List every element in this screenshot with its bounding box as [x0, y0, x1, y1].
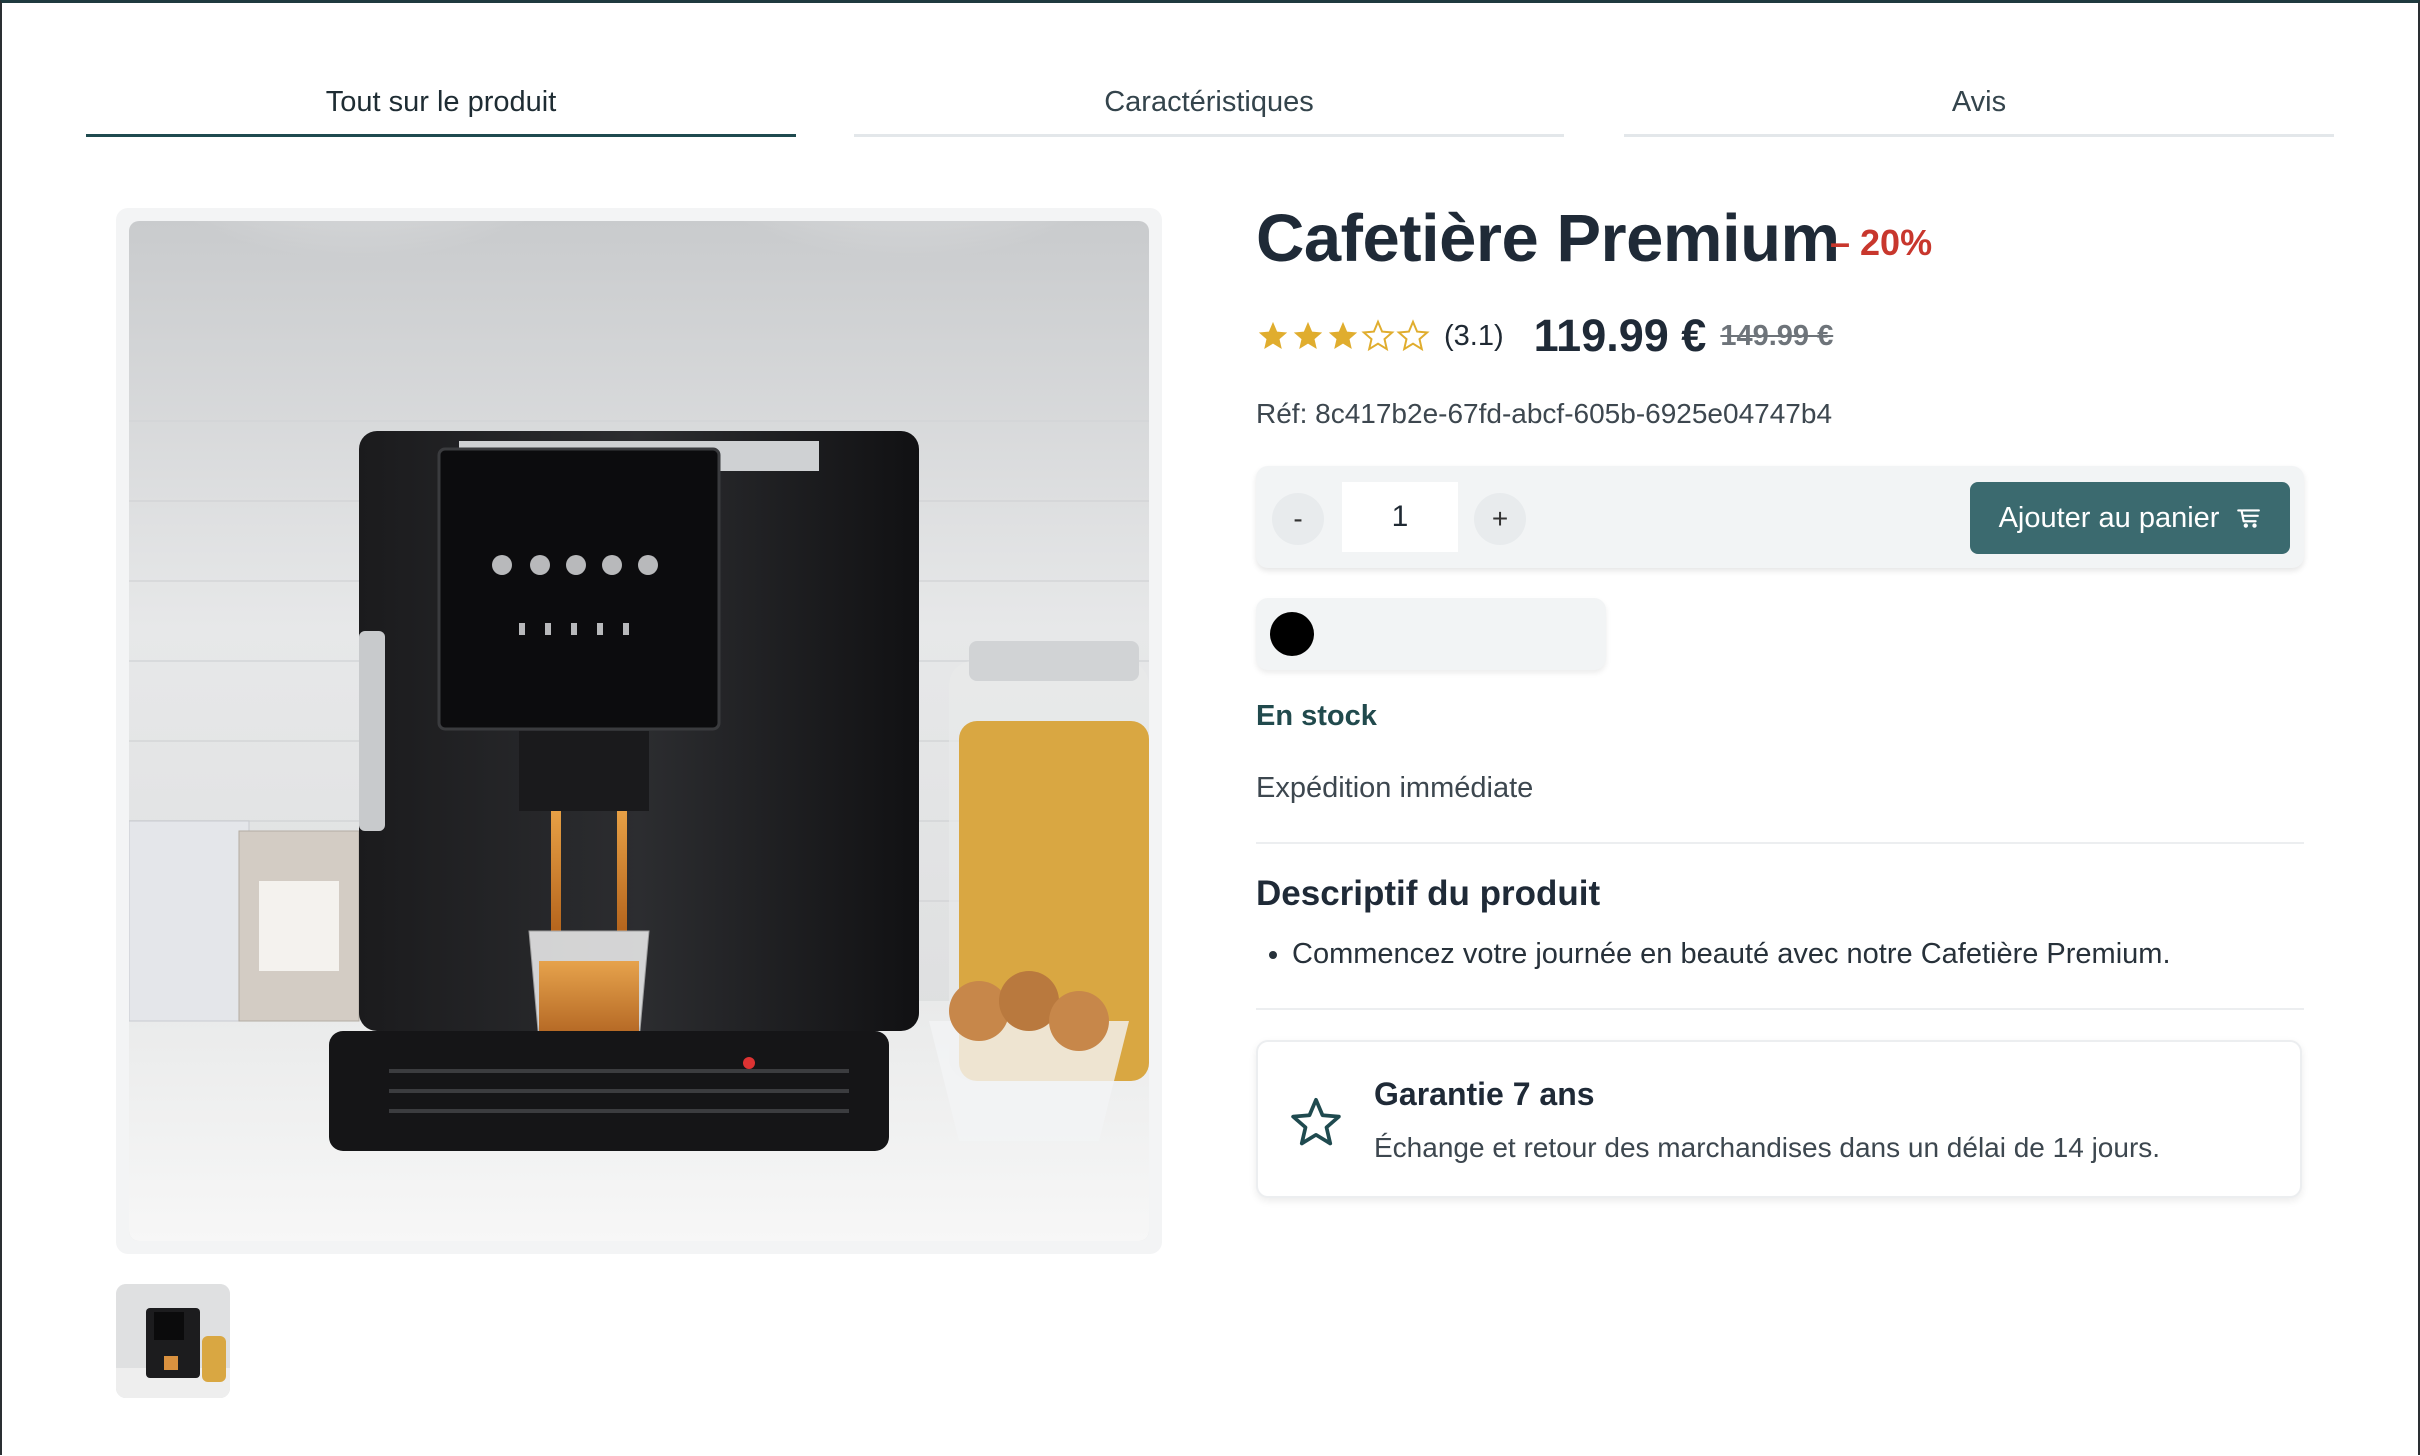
decrement-button[interactable]: -	[1272, 493, 1324, 545]
divider	[1256, 842, 2304, 844]
star-empty-icon	[1396, 319, 1430, 352]
star-empty-icon	[1361, 319, 1395, 352]
star-full-icon	[1328, 321, 1358, 350]
product-thumbnail[interactable]	[116, 1284, 230, 1398]
description-title: Descriptif du produit	[1256, 874, 1601, 913]
product-reference: Réf: 8c417b2e-67fd-abcf-605b-6925e04747b…	[1256, 398, 1833, 429]
product-title: Cafetière Premium	[1256, 201, 1840, 276]
star-full-icon	[1293, 321, 1323, 350]
shipping-info: Expédition immédiate	[1256, 772, 1534, 804]
add-to-cart-button[interactable]: Ajouter au panier	[1970, 482, 2290, 554]
star-outline-icon	[1291, 1097, 1341, 1146]
cart-icon	[2237, 509, 2261, 528]
rating-value: (3.1)	[1444, 319, 1504, 352]
warranty-text: Échange et retour des marchandises dans …	[1374, 1132, 2161, 1163]
description-list: Commencez votre journée en beauté avec n…	[1256, 938, 2171, 971]
current-price: 119.99 €	[1533, 310, 1707, 361]
warranty-title: Garantie 7 ans	[1374, 1076, 1595, 1112]
divider	[1256, 1008, 2304, 1010]
rating-stars[interactable]	[1256, 319, 1430, 353]
tab-specifications[interactable]: Caractéristiques	[854, 70, 1564, 137]
quantity-input[interactable]	[1342, 482, 1458, 552]
increment-button[interactable]: +	[1474, 493, 1526, 545]
stock-status: En stock	[1256, 700, 1377, 732]
tab-reviews[interactable]: Avis	[1624, 70, 2334, 137]
discount-badge: – 20%	[1830, 222, 1933, 263]
rating-row: (3.1) 119.99 € 149.99 €	[1256, 310, 1833, 362]
add-to-cart-panel: - + Ajouter au panier	[1256, 466, 2304, 568]
warranty-card: Garantie 7 ans Échange et retour des mar…	[1256, 1040, 2302, 1198]
add-to-cart-label: Ajouter au panier	[1998, 501, 2220, 534]
old-price: 149.99 €	[1720, 319, 1834, 352]
product-tabs: Tout sur le produit Caractéristiques Avi…	[86, 70, 2334, 137]
product-gallery	[116, 208, 1162, 1254]
color-swatch-black[interactable]	[1270, 612, 1314, 656]
product-main-image[interactable]	[129, 221, 1149, 1241]
star-full-icon	[1258, 321, 1288, 350]
description-item: Commencez votre journée en beauté avec n…	[1292, 938, 2171, 971]
color-selector	[1256, 598, 1606, 670]
tab-overview[interactable]: Tout sur le produit	[86, 70, 796, 137]
